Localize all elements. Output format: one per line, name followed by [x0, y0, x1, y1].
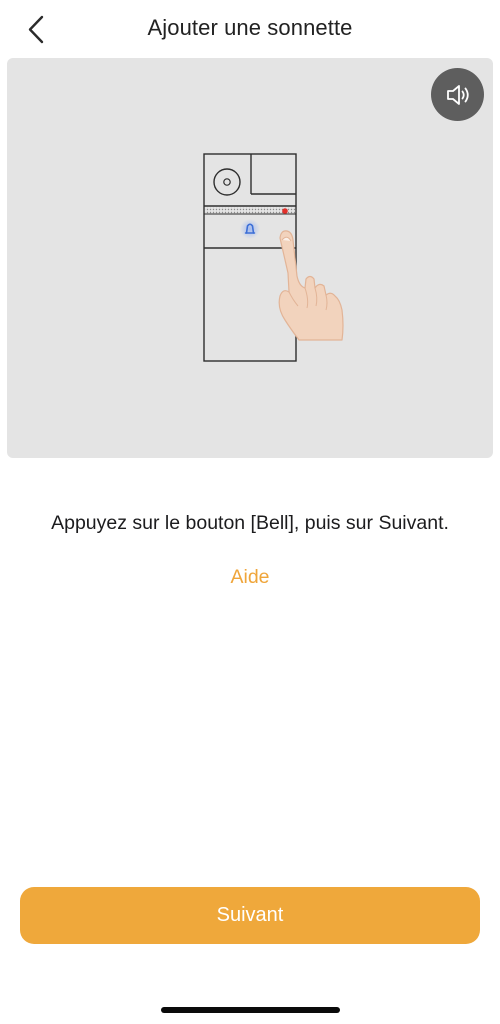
help-link-container: Aide	[0, 566, 500, 589]
home-indicator	[161, 1007, 340, 1013]
next-button[interactable]: Suivant	[20, 887, 480, 944]
speaker-button[interactable]	[431, 68, 484, 121]
doorbell-illustration	[203, 153, 344, 362]
illustration-panel	[7, 58, 493, 458]
pointing-hand-icon	[278, 230, 344, 341]
navigation-bar: Ajouter une sonnette	[0, 0, 500, 58]
instruction-text: Appuyez sur le bouton [Bell], puis sur S…	[51, 512, 449, 534]
page-title: Ajouter une sonnette	[147, 15, 353, 40]
help-link[interactable]: Aide	[230, 566, 269, 588]
speaker-icon	[447, 85, 469, 105]
